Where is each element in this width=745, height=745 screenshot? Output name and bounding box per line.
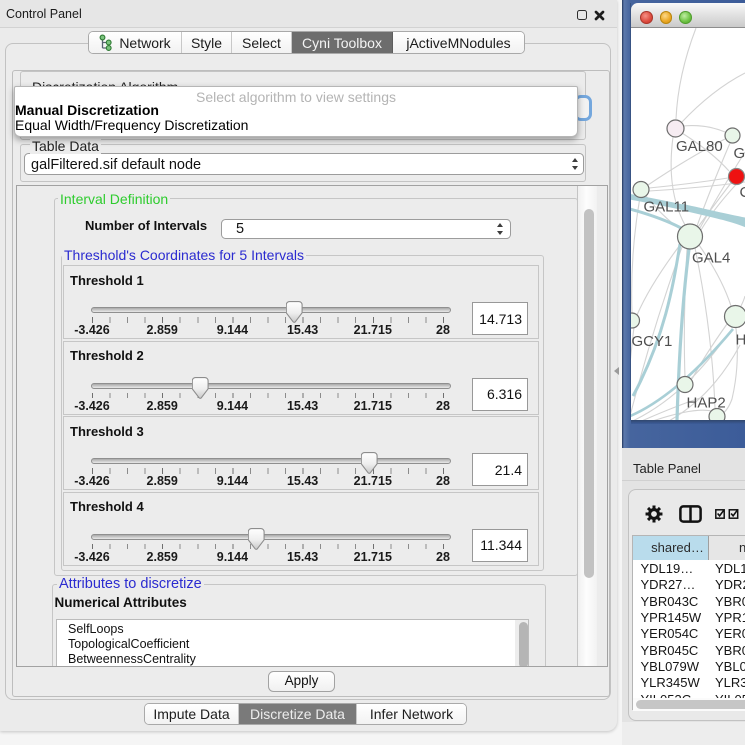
svg-text:GCY1: GCY1: [632, 333, 673, 350]
svg-text:HA: HA: [736, 332, 745, 349]
svg-text:GAL11: GAL11: [644, 199, 690, 216]
svg-text:GAL4: GAL4: [692, 250, 730, 267]
svg-text:GAL: GAL: [734, 145, 745, 162]
svg-text:GAL80: GAL80: [676, 138, 723, 155]
svg-text:HAP2: HAP2: [687, 395, 726, 412]
svg-text:CA: CA: [740, 184, 745, 201]
